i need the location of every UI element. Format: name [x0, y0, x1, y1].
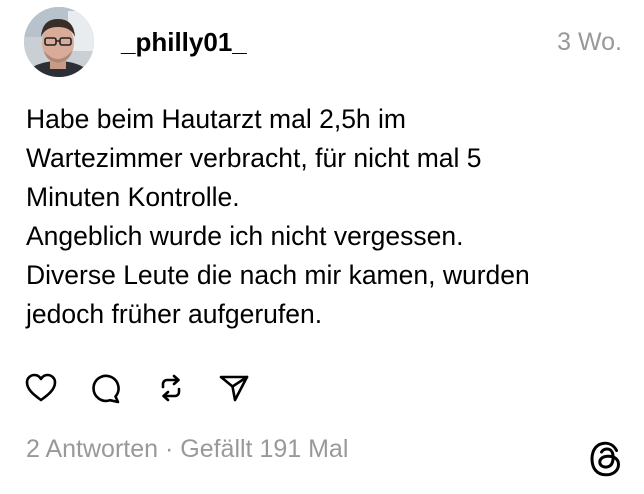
repost-arrows-icon: [161, 374, 181, 402]
post-body-line: Habe beim Hautarzt mal 2,5h im: [26, 104, 406, 134]
post-body: Habe beim Hautarzt mal 2,5h im Wartezimm…: [26, 100, 626, 334]
avatar[interactable]: [24, 7, 94, 77]
post-body-line: Wartezimmer verbracht, für nicht mal 5: [26, 143, 482, 173]
post-body-line: Angeblich wurde ich nicht vergessen.: [26, 221, 464, 251]
avatar-photo: [24, 7, 94, 77]
post-body-line: Minuten Kontrolle.: [26, 182, 240, 212]
like-button[interactable]: [24, 371, 60, 407]
post-timestamp: 3 Wo.: [557, 28, 622, 56]
repost-button[interactable]: [154, 371, 190, 407]
stats-separator: ·: [158, 435, 181, 463]
post-body-line: jedoch früher aufgerufen.: [26, 299, 323, 329]
heart-icon: [25, 373, 57, 402]
post-stats: 2 Antworten · Gefällt 191 Mal: [26, 432, 348, 466]
reply-button[interactable]: [88, 371, 124, 407]
threads-logo-icon: [588, 439, 624, 479]
share-button[interactable]: [217, 371, 253, 407]
likes-count-link[interactable]: Gefällt 191 Mal: [180, 435, 348, 463]
speech-bubble-icon: [92, 374, 120, 404]
author-username[interactable]: _philly01_: [121, 26, 247, 58]
replies-count-link[interactable]: 2 Antworten: [26, 435, 158, 463]
post-body-line: Diverse Leute die nach mir kamen, wurden: [26, 260, 530, 290]
paper-plane-icon: [219, 375, 249, 402]
threads-post: _philly01_ 3 Wo. Habe beim Hautarzt mal …: [0, 0, 644, 494]
